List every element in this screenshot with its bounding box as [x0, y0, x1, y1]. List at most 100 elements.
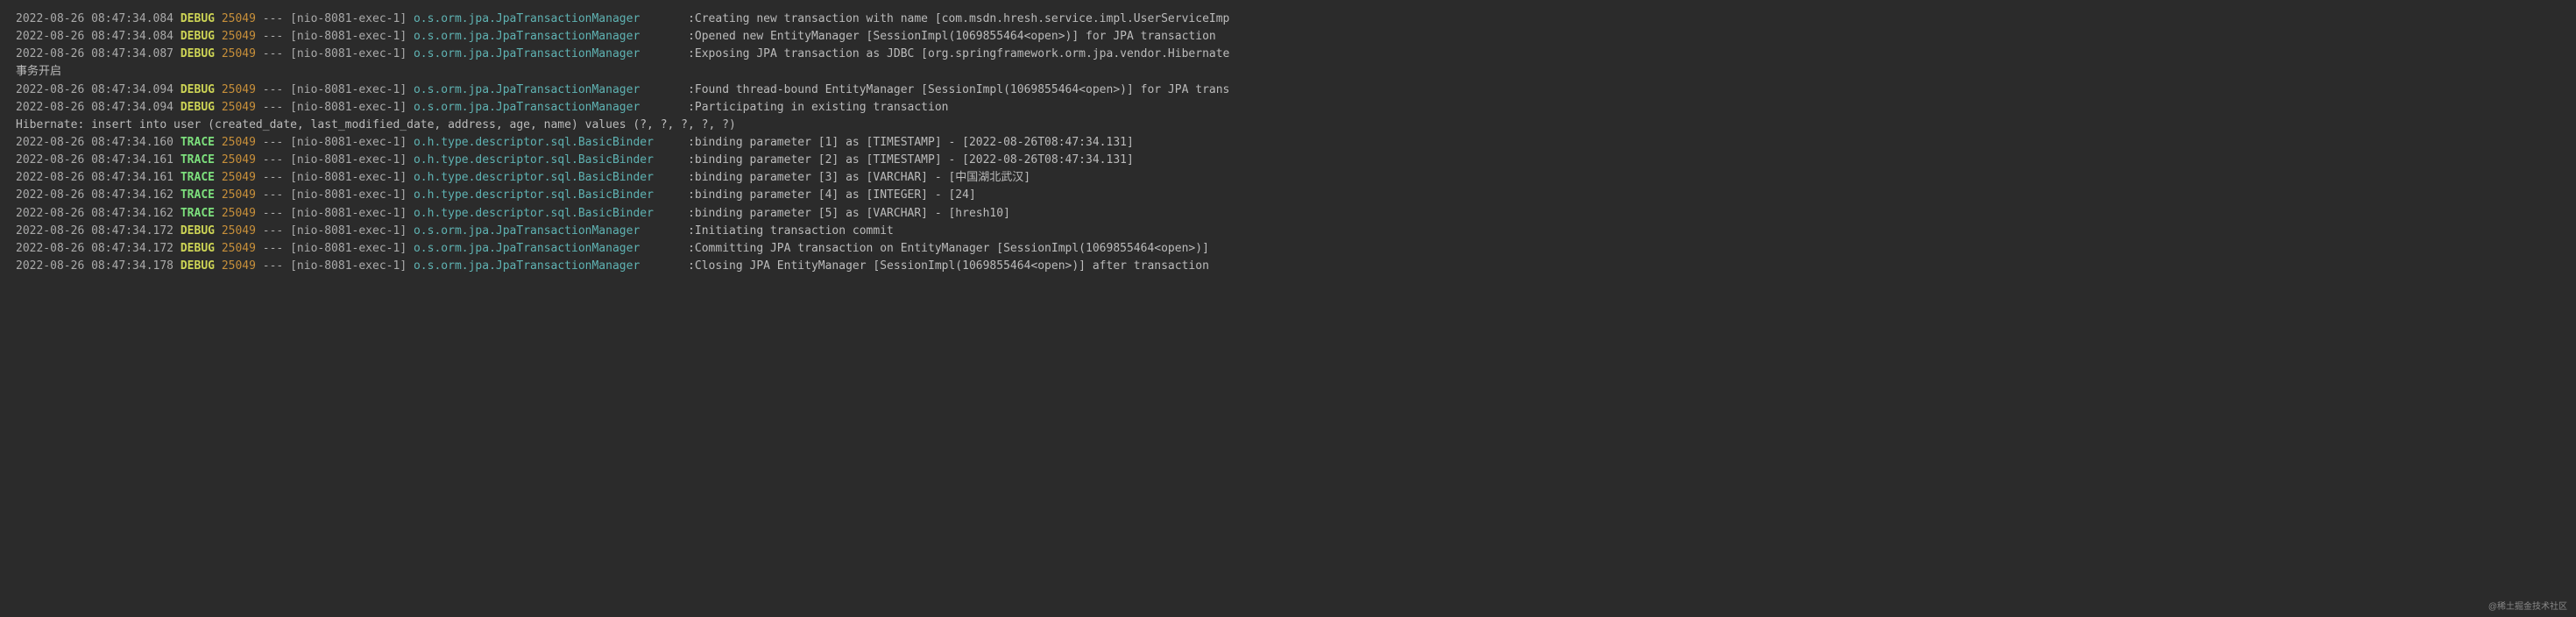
log-timestamp: 2022-08-26 08:47:34.094 [16, 99, 173, 117]
log-thread: [nio-8081-exec-1] [290, 223, 407, 240]
log-thread: [nio-8081-exec-1] [290, 99, 407, 117]
log-pid: 25049 [222, 240, 256, 258]
log-timestamp: 2022-08-26 08:47:34.178 [16, 258, 173, 275]
log-message: Found thread-bound EntityManager [Sessio… [695, 82, 1229, 99]
log-pid: 25049 [222, 152, 256, 169]
log-line: 2022-08-26 08:47:34.161 TRACE 25049 --- … [16, 152, 2560, 169]
log-level: DEBUG [180, 99, 215, 117]
log-thread: [nio-8081-exec-1] [290, 258, 407, 275]
log-logger: o.h.type.descriptor.sql.BasicBinder [414, 134, 688, 152]
log-line: 2022-08-26 08:47:34.084 DEBUG 25049 --- … [16, 28, 2560, 46]
log-level: TRACE [180, 169, 215, 187]
log-thread: [nio-8081-exec-1] [290, 46, 407, 63]
log-level: TRACE [180, 205, 215, 223]
log-message: Participating in existing transaction [695, 99, 949, 117]
log-timestamp: 2022-08-26 08:47:34.162 [16, 205, 173, 223]
log-timestamp: 2022-08-26 08:47:34.161 [16, 169, 173, 187]
log-logger: o.h.type.descriptor.sql.BasicBinder [414, 152, 688, 169]
log-separator: --- [263, 11, 283, 28]
log-output: 2022-08-26 08:47:34.084 DEBUG 25049 --- … [16, 11, 2560, 275]
log-pid: 25049 [222, 11, 256, 28]
log-message: binding parameter [1] as [TIMESTAMP] - [… [695, 134, 1134, 152]
log-pid: 25049 [222, 99, 256, 117]
log-level: TRACE [180, 187, 215, 204]
log-line: 2022-08-26 08:47:34.094 DEBUG 25049 --- … [16, 82, 2560, 99]
log-separator: --- [263, 99, 283, 117]
log-message: binding parameter [3] as [VARCHAR] - [中国… [695, 169, 1030, 187]
log-line: 2022-08-26 08:47:34.162 TRACE 25049 --- … [16, 205, 2560, 223]
log-colon: : [688, 82, 695, 99]
log-pid: 25049 [222, 205, 256, 223]
log-level: DEBUG [180, 258, 215, 275]
log-colon: : [688, 240, 695, 258]
log-message: Initiating transaction commit [695, 223, 894, 240]
log-thread: [nio-8081-exec-1] [290, 152, 407, 169]
log-separator: --- [263, 187, 283, 204]
log-timestamp: 2022-08-26 08:47:34.162 [16, 187, 173, 204]
log-timestamp: 2022-08-26 08:47:34.172 [16, 223, 173, 240]
log-line: 2022-08-26 08:47:34.162 TRACE 25049 --- … [16, 187, 2560, 204]
log-message: Closing JPA EntityManager [SessionImpl(1… [695, 258, 1209, 275]
log-level: DEBUG [180, 28, 215, 46]
log-thread: [nio-8081-exec-1] [290, 169, 407, 187]
log-logger: o.h.type.descriptor.sql.BasicBinder [414, 205, 688, 223]
log-pid: 25049 [222, 169, 256, 187]
log-separator: --- [263, 258, 283, 275]
log-line: 2022-08-26 08:47:34.161 TRACE 25049 --- … [16, 169, 2560, 187]
log-logger: o.s.orm.jpa.JpaTransactionManager [414, 82, 688, 99]
log-timestamp: 2022-08-26 08:47:34.087 [16, 46, 173, 63]
log-line: 2022-08-26 08:47:34.178 DEBUG 25049 --- … [16, 258, 2560, 275]
log-thread: [nio-8081-exec-1] [290, 82, 407, 99]
log-logger: o.h.type.descriptor.sql.BasicBinder [414, 187, 688, 204]
log-message: Exposing JPA transaction as JDBC [org.sp… [695, 46, 1229, 63]
log-colon: : [688, 205, 695, 223]
log-message: Creating new transaction with name [com.… [695, 11, 1229, 28]
log-level: TRACE [180, 152, 215, 169]
log-logger: o.h.type.descriptor.sql.BasicBinder [414, 169, 688, 187]
log-pid: 25049 [222, 258, 256, 275]
log-timestamp: 2022-08-26 08:47:34.161 [16, 152, 173, 169]
log-plain-line: Hibernate: insert into user (created_dat… [16, 117, 2560, 134]
log-separator: --- [263, 240, 283, 258]
log-colon: : [688, 99, 695, 117]
log-pid: 25049 [222, 223, 256, 240]
log-pid: 25049 [222, 82, 256, 99]
log-timestamp: 2022-08-26 08:47:34.172 [16, 240, 173, 258]
log-pid: 25049 [222, 187, 256, 204]
log-timestamp: 2022-08-26 08:47:34.084 [16, 11, 173, 28]
log-timestamp: 2022-08-26 08:47:34.094 [16, 82, 173, 99]
log-separator: --- [263, 82, 283, 99]
log-line: 2022-08-26 08:47:34.172 DEBUG 25049 --- … [16, 223, 2560, 240]
log-level: DEBUG [180, 240, 215, 258]
log-timestamp: 2022-08-26 08:47:34.160 [16, 134, 173, 152]
log-thread: [nio-8081-exec-1] [290, 11, 407, 28]
log-message: binding parameter [5] as [VARCHAR] - [hr… [695, 205, 1010, 223]
log-message: Committing JPA transaction on EntityMana… [695, 240, 1209, 258]
log-line: 2022-08-26 08:47:34.160 TRACE 25049 --- … [16, 134, 2560, 152]
log-message: Opened new EntityManager [SessionImpl(10… [695, 28, 1216, 46]
log-line: 2022-08-26 08:47:34.087 DEBUG 25049 --- … [16, 46, 2560, 63]
log-colon: : [688, 11, 695, 28]
log-thread: [nio-8081-exec-1] [290, 134, 407, 152]
log-level: DEBUG [180, 11, 215, 28]
log-message: binding parameter [4] as [INTEGER] - [24… [695, 187, 976, 204]
log-separator: --- [263, 46, 283, 63]
log-separator: --- [263, 134, 283, 152]
log-logger: o.s.orm.jpa.JpaTransactionManager [414, 11, 688, 28]
log-logger: o.s.orm.jpa.JpaTransactionManager [414, 28, 688, 46]
log-line: 2022-08-26 08:47:34.094 DEBUG 25049 --- … [16, 99, 2560, 117]
log-timestamp: 2022-08-26 08:47:34.084 [16, 28, 173, 46]
log-line: 2022-08-26 08:47:34.172 DEBUG 25049 --- … [16, 240, 2560, 258]
log-separator: --- [263, 205, 283, 223]
log-plain-line: 事务开启 [16, 63, 2560, 81]
log-message: binding parameter [2] as [TIMESTAMP] - [… [695, 152, 1134, 169]
log-level: TRACE [180, 134, 215, 152]
log-colon: : [688, 28, 695, 46]
log-colon: : [688, 223, 695, 240]
log-logger: o.s.orm.jpa.JpaTransactionManager [414, 258, 688, 275]
log-logger: o.s.orm.jpa.JpaTransactionManager [414, 223, 688, 240]
log-separator: --- [263, 169, 283, 187]
log-thread: [nio-8081-exec-1] [290, 28, 407, 46]
log-line: 2022-08-26 08:47:34.084 DEBUG 25049 --- … [16, 11, 2560, 28]
log-thread: [nio-8081-exec-1] [290, 240, 407, 258]
